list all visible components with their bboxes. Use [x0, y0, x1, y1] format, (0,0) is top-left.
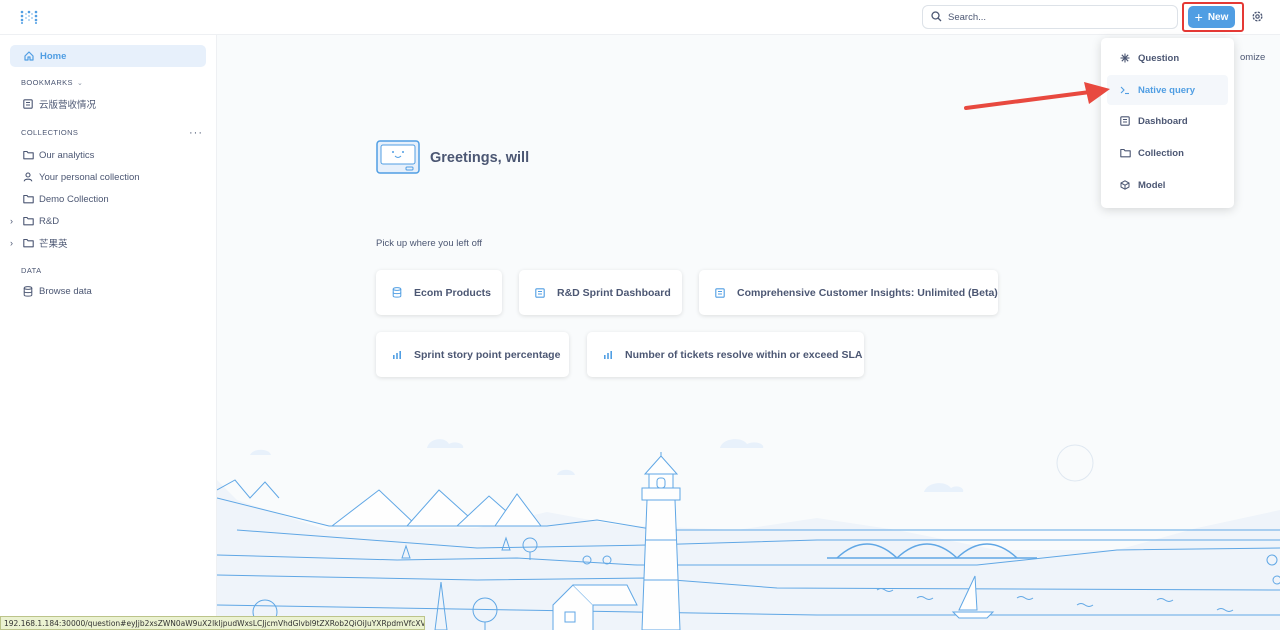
sidebar-item-label: Your personal collection [39, 171, 140, 183]
dashboard-icon [535, 287, 549, 298]
greeting-robot-icon [376, 140, 420, 174]
recent-item-label: R&D Sprint Dashboard [557, 286, 671, 299]
folder-icon [22, 149, 34, 161]
dashboard-icon [22, 98, 34, 110]
recent-item-label: Number of tickets resolve within or exce… [625, 348, 863, 361]
dashboard-icon [715, 287, 729, 298]
menu-item-collection[interactable]: Collection [1107, 138, 1228, 168]
collections-heading: COLLECTIONS [21, 128, 78, 137]
search-input[interactable]: Search... [922, 5, 1178, 29]
bar-chart-icon [392, 350, 406, 359]
recent-item-card[interactable]: R&D Sprint Dashboard [519, 270, 682, 315]
bar-chart-icon [603, 350, 617, 359]
gear-icon[interactable] [1251, 10, 1264, 23]
sidebar-item-label: Browse data [39, 285, 92, 297]
database-icon [22, 285, 34, 297]
folder-icon [1120, 148, 1132, 158]
recent-item-card[interactable]: Ecom Products [376, 270, 502, 315]
sparkle-icon [1120, 53, 1132, 63]
data-heading: DATA [21, 266, 42, 275]
collections-heading-label: COLLECTIONS [21, 128, 79, 137]
data-heading-label: DATA [21, 266, 42, 275]
sidebar-item-label: 芒果英 [39, 239, 68, 250]
sidebar-item-browse-data[interactable]: Browse data [22, 283, 207, 299]
sidebar-item-bookmark[interactable]: 云版营收情况 [22, 96, 207, 112]
menu-item-label: Question [1138, 52, 1180, 64]
table-icon [392, 287, 406, 298]
folder-icon [22, 237, 34, 249]
collections-more-icon[interactable]: ··· [189, 127, 203, 139]
menu-item-dashboard[interactable]: Dashboard [1107, 106, 1228, 136]
bookmarks-heading[interactable]: BOOKMARKS ⌄ [21, 78, 83, 87]
sidebar-item-mango[interactable]: › 芒果英 [10, 235, 207, 251]
search-placeholder: Search... [948, 12, 987, 23]
folder-icon [22, 193, 34, 205]
menu-item-label: Native query [1138, 84, 1196, 96]
cube-icon [1120, 180, 1132, 190]
sidebar-item-home[interactable]: Home [10, 45, 206, 67]
recent-item-card[interactable]: Comprehensive Customer Insights: Unlimit… [699, 270, 998, 315]
person-icon [22, 171, 34, 183]
bookmarks-heading-label: BOOKMARKS [21, 78, 73, 87]
annotation-highlight-box [1182, 2, 1244, 32]
recent-item-card[interactable]: Sprint story point percentage [376, 332, 569, 377]
recent-item-label: Comprehensive Customer Insights: Unlimit… [737, 286, 998, 299]
menu-item-label: Dashboard [1138, 115, 1188, 127]
greeting-text: Greetings, will [430, 150, 530, 166]
pickup-heading: Pick up where you left off [376, 238, 482, 249]
annotation-arrow [964, 82, 1110, 110]
menu-item-label: Model [1138, 179, 1166, 191]
terminal-icon [1120, 85, 1132, 95]
chevron-right-icon[interactable]: › [10, 216, 13, 226]
chevron-right-icon[interactable]: › [10, 238, 13, 248]
new-dropdown-menu: Question Native query Dashboard Collecti… [1101, 38, 1234, 208]
status-bar-url: 192.168.1.184:30000/question#eyJjb2xsZWN… [0, 616, 425, 630]
metabase-logo[interactable] [20, 10, 38, 24]
sidebar-item-label: 云版营收情况 [39, 100, 97, 111]
sidebar-item-label: Home [40, 51, 67, 62]
chevron-down-icon: ⌄ [76, 80, 84, 87]
sidebar-item-label: Demo Collection [39, 193, 109, 205]
search-icon [931, 11, 942, 22]
recent-item-card[interactable]: Number of tickets resolve within or exce… [587, 332, 864, 377]
home-icon [24, 51, 34, 61]
landscape-illustration [217, 439, 1280, 630]
sidebar-item-label: Our analytics [39, 149, 95, 161]
sidebar: Home BOOKMARKS ⌄ 云版营收情况 COLLECTIONS ··· O… [0, 35, 217, 630]
recent-item-label: Ecom Products [414, 286, 492, 299]
sidebar-item-our-analytics[interactable]: Our analytics [22, 147, 207, 163]
sidebar-item-label: R&D [39, 215, 60, 227]
sidebar-item-personal-collection[interactable]: Your personal collection [22, 169, 207, 185]
customize-button[interactable]: omize [1240, 52, 1265, 63]
sidebar-item-demo-collection[interactable]: Demo Collection [22, 191, 207, 207]
sidebar-item-rnd[interactable]: › R&D [10, 213, 207, 229]
top-navbar: Search... + New [0, 0, 1280, 35]
recent-item-label: Sprint story point percentage [414, 348, 561, 361]
menu-item-native-query[interactable]: Native query [1107, 75, 1228, 105]
folder-icon [22, 215, 34, 227]
dashboard-icon [1120, 116, 1132, 126]
menu-item-label: Collection [1138, 147, 1184, 159]
menu-item-model[interactable]: Model [1107, 170, 1228, 200]
menu-item-question[interactable]: Question [1107, 43, 1228, 73]
